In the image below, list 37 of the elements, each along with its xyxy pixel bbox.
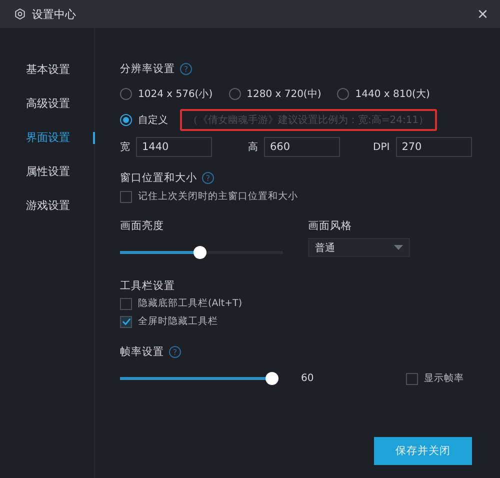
sidebar-item[interactable]: 高级设置 — [0, 96, 94, 111]
sidebar-item[interactable]: 界面设置 — [0, 130, 94, 145]
input-field[interactable]: 1440 — [136, 137, 212, 157]
field-label: DPI — [373, 142, 390, 152]
slider-thumb[interactable] — [194, 246, 207, 259]
checkbox-label: 全屏时隐藏工具栏 — [138, 315, 218, 328]
slider-thumb[interactable] — [266, 372, 278, 385]
radio-option[interactable]: 1280 x 720(中) — [228, 87, 322, 101]
section-title: 帧率设置 — [120, 345, 164, 359]
checkbox-label: 显示帧率 — [424, 372, 464, 385]
sidebar-item[interactable]: 属性设置 — [0, 164, 94, 179]
section-title: 窗口位置和大小 — [120, 171, 197, 185]
settings-icon — [14, 8, 26, 20]
window-title: 设置中心 — [32, 6, 77, 22]
section-title: 分辨率设置 — [120, 62, 175, 76]
section-title: 画面亮度 — [120, 220, 164, 232]
checkbox[interactable] — [120, 190, 132, 202]
field-label: 宽 — [120, 140, 130, 154]
style-dropdown[interactable]: 普通 — [308, 238, 410, 257]
close-button[interactable]: × — [475, 5, 490, 23]
sidebar-item[interactable]: 基本设置 — [0, 62, 94, 77]
field-label: 高 — [248, 140, 258, 154]
radio-option[interactable]: 1440 x 810(大) — [337, 87, 430, 101]
input-field[interactable]: 270 — [396, 137, 472, 157]
checkbox[interactable] — [120, 316, 132, 328]
checkbox-label: 记住上次关闭时的主窗口位置和大小 — [138, 190, 298, 203]
radio-option[interactable]: 1024 x 576(小) — [120, 87, 213, 101]
checkbox[interactable] — [120, 298, 132, 310]
checkbox-label: 隐藏底部工具栏(Alt+T) — [138, 297, 242, 310]
caret-icon — [394, 245, 403, 250]
section-title: 工具栏设置 — [120, 279, 175, 293]
sidebar-item[interactable]: 游戏设置 — [0, 198, 94, 213]
radio-option[interactable]: 自定义 — [120, 113, 168, 127]
section-title: 画面风格 — [308, 220, 352, 232]
checkbox[interactable] — [406, 372, 418, 384]
slider-value: 60 — [301, 373, 315, 384]
input-field[interactable]: 660 — [264, 137, 340, 157]
